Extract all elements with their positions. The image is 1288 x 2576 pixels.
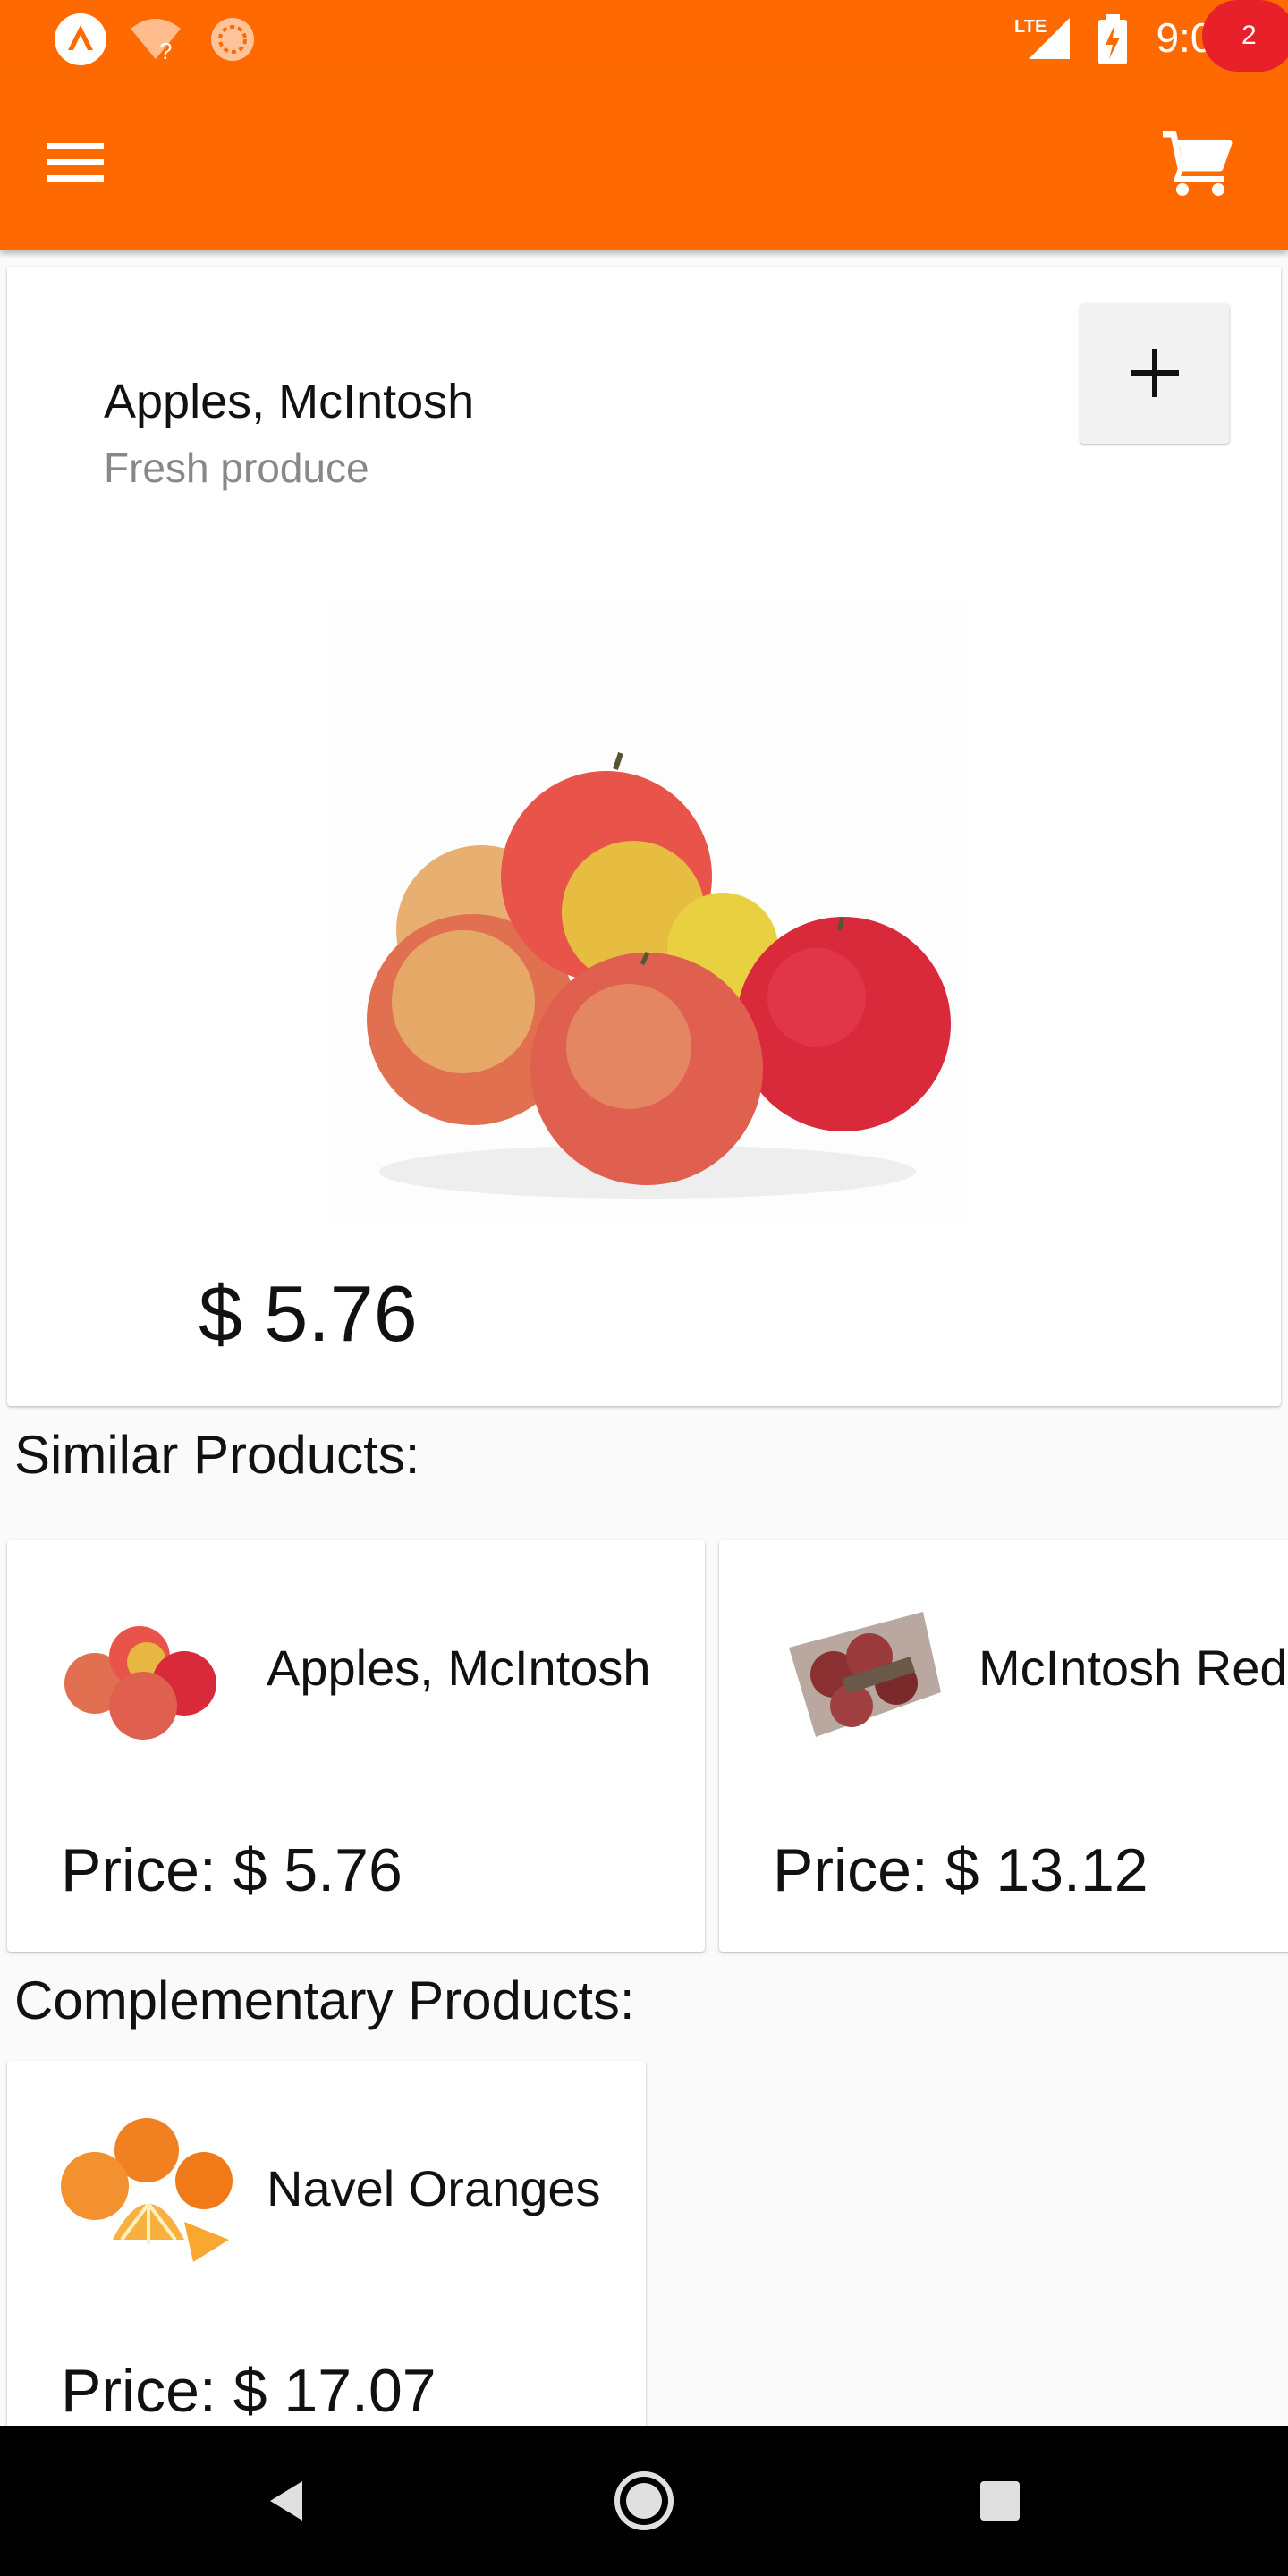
similar-product-name: Apples, McIntosh	[267, 1640, 651, 1696]
similar-product-price: Price: $ 5.76	[61, 1836, 402, 1904]
sync-icon	[211, 18, 254, 61]
product-image	[329, 599, 966, 1225]
product-thumbnail	[789, 1612, 941, 1737]
plus-icon	[1131, 349, 1179, 397]
wifi-unknown-icon: ?	[131, 19, 181, 64]
recents-icon[interactable]	[964, 2465, 1036, 2537]
complementary-product-name: Navel Oranges	[267, 2160, 601, 2216]
similar-products-heading: Similar Products:	[14, 1425, 420, 1485]
similar-product-card[interactable]: McIntosh Red Price: $ 13.12	[719, 1540, 1288, 1952]
product-thumbnail	[64, 1626, 216, 1740]
complementary-product-card[interactable]: Navel Oranges Price: $ 17.07	[7, 2061, 646, 2436]
app-bar	[0, 75, 1288, 250]
complementary-product-price: Price: $ 17.07	[61, 2357, 436, 2425]
similar-product-card[interactable]: Apples, McIntosh Price: $ 5.76	[7, 1540, 705, 1952]
battery-charging-icon	[1098, 14, 1127, 64]
add-to-cart-button[interactable]	[1080, 304, 1229, 444]
screen: ? LTE 9:07 2 Apples, McIntosh Fresh prod…	[0, 0, 1288, 2576]
product-thumbnail	[61, 2118, 233, 2262]
status-bar: ? LTE 9:07	[0, 0, 1288, 75]
product-name: Apples, McIntosh	[104, 375, 475, 428]
svg-text:?: ?	[159, 38, 172, 64]
product-price: $ 5.76	[199, 1269, 418, 1358]
product-card: Apples, McIntosh Fresh produce $ 5.76	[7, 267, 1281, 1406]
back-icon[interactable]	[250, 2465, 322, 2537]
similar-product-price: Price: $ 13.12	[773, 1836, 1148, 1904]
product-category: Fresh produce	[104, 445, 369, 491]
hamburger-menu-icon[interactable]	[39, 131, 111, 193]
similar-product-name: McIntosh Red	[979, 1640, 1288, 1696]
system-nav-bar	[0, 2426, 1288, 2576]
complementary-products-heading: Complementary Products:	[14, 1970, 635, 2030]
cart-count-badge[interactable]: 2	[1202, 0, 1288, 72]
lte-signal-icon: LTE	[1014, 17, 1070, 59]
svg-text:LTE: LTE	[1014, 17, 1046, 37]
app-logo-icon	[55, 13, 106, 65]
home-icon[interactable]	[608, 2465, 680, 2537]
shopping-cart-icon[interactable]	[1161, 129, 1234, 199]
